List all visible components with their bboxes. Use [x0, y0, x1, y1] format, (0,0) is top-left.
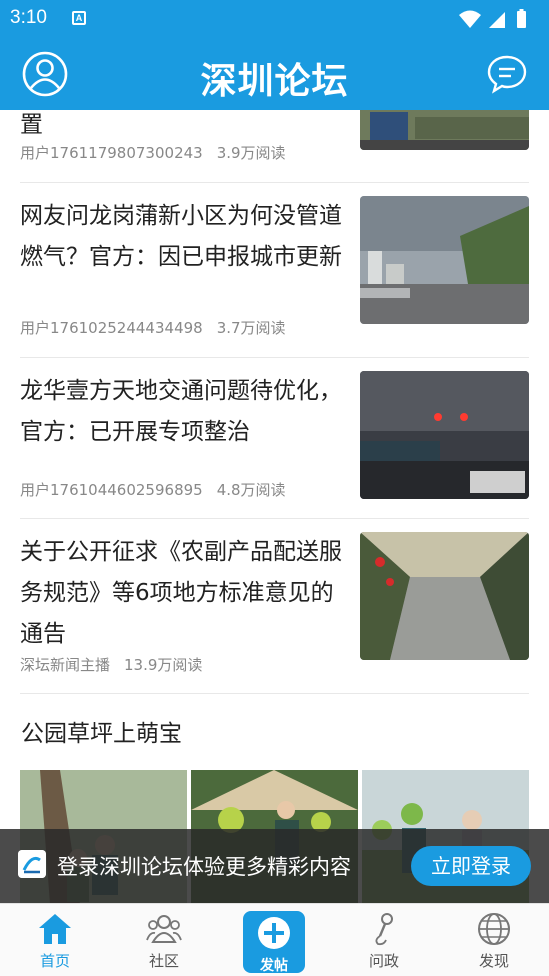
- gallery-title[interactable]: 公园草坪上萌宝: [21, 714, 182, 748]
- notification-icon: A: [72, 11, 86, 25]
- news-title: 置: [20, 112, 43, 138]
- post-label: 发帖: [260, 958, 288, 974]
- tab-label: 首页: [39, 952, 70, 970]
- tab-label: 发现: [478, 952, 509, 970]
- community-icon: [146, 915, 182, 943]
- message-bubble-icon[interactable]: [487, 54, 527, 94]
- news-author: 用户1761044602596895: [20, 481, 203, 499]
- news-title: 龙华壹方天地交通问题待优化，官方：已开展专项整治: [20, 378, 342, 445]
- news-feed[interactable]: 置 用户1761179807300243 3.9万阅读 网友问龙岗蒲新小区为何没管…: [0, 110, 549, 904]
- app-header: 深圳论坛: [0, 38, 549, 110]
- tab-politics[interactable]: 问政: [344, 904, 424, 976]
- news-item[interactable]: 网友问龙岗蒲新小区为何没管道燃气？官方：因已申报城市更新 用户176102524…: [20, 196, 529, 356]
- news-item[interactable]: 关于公开征求《农副产品配送服务规范》等6项地方标准意见的通告 深坛新闻主播 13.…: [20, 532, 529, 692]
- battery-icon: [517, 11, 526, 28]
- microphone-icon: [375, 913, 393, 946]
- tab-label: 社区: [148, 952, 179, 970]
- news-meta: 用户1761044602596895 4.8万阅读: [20, 479, 286, 500]
- divider: [20, 693, 529, 694]
- tab-label: 问政: [368, 952, 399, 970]
- divider: [20, 182, 529, 183]
- login-banner-text: 登录深圳论坛体验更多精彩内容: [57, 855, 351, 879]
- news-reads: 3.7万阅读: [216, 319, 286, 337]
- news-author: 深坛新闻主播: [20, 656, 111, 674]
- news-thumbnail: [360, 196, 529, 324]
- tab-home[interactable]: 首页: [15, 904, 95, 976]
- app-logo-icon: [18, 850, 46, 878]
- news-reads: 3.9万阅读: [216, 144, 286, 162]
- news-reads: 4.8万阅读: [216, 481, 286, 499]
- news-title: 网友问龙岗蒲新小区为何没管道燃气？官方：因已申报城市更新: [20, 203, 342, 270]
- home-icon: [39, 914, 71, 944]
- globe-icon: [478, 913, 510, 945]
- wifi-icon: [459, 10, 481, 28]
- news-thumbnail: [360, 532, 529, 660]
- system-icons: [459, 9, 526, 28]
- news-thumbnail: [360, 110, 529, 150]
- status-bar: 3:10 A: [0, 0, 549, 38]
- news-title: 关于公开征求《农副产品配送服务规范》等6项地方标准意见的通告: [20, 539, 342, 647]
- plus-icon: [258, 917, 290, 949]
- login-banner: 登录深圳论坛体验更多精彩内容 立即登录: [0, 829, 549, 903]
- tab-community[interactable]: 社区: [124, 904, 204, 976]
- news-reads: 13.9万阅读: [124, 656, 203, 674]
- signal-icon: [489, 12, 505, 28]
- news-author: 用户1761179807300243: [20, 144, 203, 162]
- news-thumbnail: [360, 371, 529, 499]
- bottom-tab-bar: 首页 社区 发帖 问政 发现: [0, 903, 549, 976]
- status-time: 3:10: [10, 7, 47, 28]
- news-meta: 深坛新闻主播 13.9万阅读: [20, 654, 202, 675]
- post-button[interactable]: 发帖: [243, 911, 305, 974]
- news-item[interactable]: 置 用户1761179807300243 3.9万阅读: [20, 110, 529, 182]
- tab-discover[interactable]: 发现: [454, 904, 534, 976]
- login-button[interactable]: 立即登录: [411, 846, 531, 886]
- news-meta: 用户1761025244434498 3.7万阅读: [20, 317, 286, 338]
- divider: [20, 357, 529, 358]
- divider: [20, 518, 529, 519]
- news-meta: 用户1761179807300243 3.9万阅读: [20, 142, 286, 163]
- news-author: 用户1761025244434498: [20, 319, 203, 337]
- page-title: 深圳论坛: [200, 61, 349, 102]
- news-item[interactable]: 龙华壹方天地交通问题待优化，官方：已开展专项整治 用户1761044602596…: [20, 371, 529, 516]
